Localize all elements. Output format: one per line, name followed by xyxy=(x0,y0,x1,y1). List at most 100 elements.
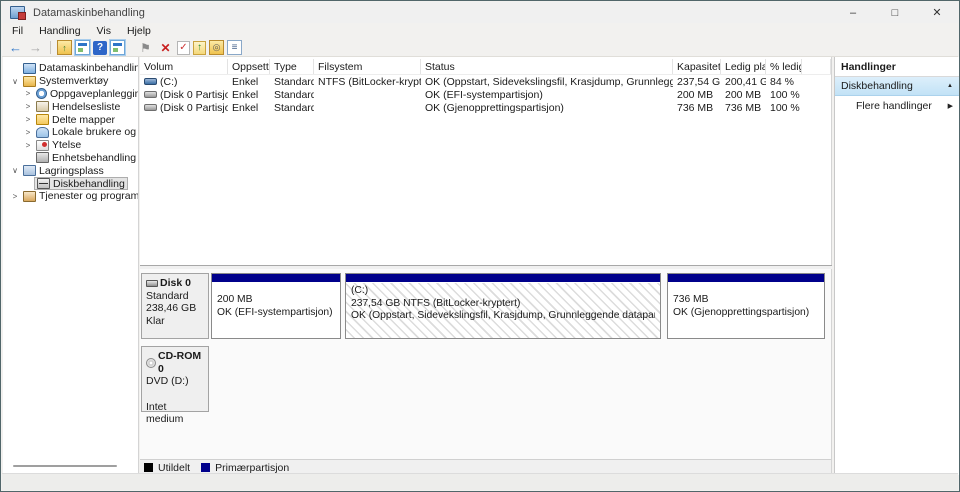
partition-c[interactable]: (C:) 237,54 GB NTFS (BitLocker-kryptert)… xyxy=(345,273,661,339)
volume-pct-free: 100 % xyxy=(770,88,800,101)
mark-active-flag-icon[interactable] xyxy=(137,40,154,55)
explore-icon[interactable] xyxy=(209,40,224,55)
tree-label: Enhetsbehandling xyxy=(52,151,137,164)
up-level-icon[interactable] xyxy=(57,40,72,55)
cdrom-name: CD-ROM 0 xyxy=(158,350,202,375)
actions-panel-title: Handlinger xyxy=(835,57,959,77)
volume-row-c[interactable]: (C:) Enkel Standard NTFS (BitLocker-kryp… xyxy=(140,75,831,88)
menubar: Fil Handling Vis Hjelp xyxy=(2,23,958,39)
volume-free: 200,41 GB xyxy=(725,75,766,88)
volume-row-partition1[interactable]: (Disk 0 Partisjon 1) Enkel Standard OK (… xyxy=(140,88,831,101)
column-header-pct-ledig[interactable]: % ledig xyxy=(766,59,802,74)
tree-item-task-scheduler[interactable]: > Oppgaveplanlegging xyxy=(3,88,138,101)
column-header-volum[interactable]: Volum xyxy=(140,59,228,74)
help-icon[interactable] xyxy=(93,40,107,55)
disk-size: 238,46 GB xyxy=(146,302,197,314)
maximize-button[interactable]: □ xyxy=(874,2,916,23)
more-actions-label: Flere handlinger xyxy=(856,99,932,112)
computer-management-icon xyxy=(10,6,26,20)
column-header-kapasitet[interactable]: Kapasitet xyxy=(673,59,721,74)
column-header-filsystem[interactable]: Filsystem xyxy=(314,59,421,74)
actions-panel: Handlinger Diskbehandling ▲ Flere handli… xyxy=(834,57,959,475)
tree-label: Datamaskinbehandling (lokal) xyxy=(39,62,139,75)
menu-handling[interactable]: Handling xyxy=(31,24,88,38)
partition-recovery[interactable]: 736 MB OK (Gjenopprettingspartisjon) xyxy=(667,273,825,339)
expander[interactable]: ∨ xyxy=(9,77,21,86)
volume-layout: Enkel xyxy=(232,88,259,101)
expander[interactable]: ∨ xyxy=(9,166,21,175)
tree-item-local-users[interactable]: > Lokale brukere og grupper xyxy=(3,126,138,139)
column-header-status[interactable]: Status xyxy=(421,59,673,74)
partition-name: (C:) xyxy=(351,285,369,296)
volume-status: OK (EFI-systempartisjon) xyxy=(425,88,543,101)
disk-status: Klar xyxy=(146,314,165,327)
expander[interactable]: > xyxy=(22,115,34,124)
disk-0-partitions: 200 MB OK (EFI-systempartisjon) (C:) 237… xyxy=(211,273,825,339)
minimize-button[interactable]: – xyxy=(832,2,874,23)
volume-name: (Disk 0 Partisjon 1) xyxy=(160,88,228,101)
tree-label: Diskbehandling xyxy=(53,177,125,190)
column-header-ledig-plass[interactable]: Ledig plass xyxy=(721,59,766,74)
tree-item-services[interactable]: > Tjenester og programmer xyxy=(3,190,138,203)
tree-item-event-viewer[interactable]: > Hendelsesliste xyxy=(3,100,138,113)
toolbar-separator xyxy=(50,41,51,54)
tree-item-computer-management[interactable]: Datamaskinbehandling (lokal) xyxy=(3,62,138,75)
menu-hjelp[interactable]: Hjelp xyxy=(119,24,159,38)
menu-fil[interactable]: Fil xyxy=(4,24,31,38)
delete-volume-icon[interactable] xyxy=(157,40,174,55)
volume-capacity: 237,54 GB xyxy=(677,75,721,88)
tree-item-storage[interactable]: ∨ Lagringsplass xyxy=(3,164,138,177)
volume-capacity: 200 MB xyxy=(677,88,714,101)
actions-more-actions[interactable]: Flere handlinger ▶ xyxy=(835,96,959,115)
column-header-filler xyxy=(802,59,831,74)
column-header-oppsett[interactable]: Oppsett xyxy=(228,59,270,74)
volume-icon xyxy=(144,104,157,111)
expander[interactable]: > xyxy=(22,141,34,150)
performance-icon xyxy=(36,139,49,151)
tree-item-disk-management[interactable]: Diskbehandling xyxy=(3,177,138,190)
tree-item-system-tools[interactable]: ∨ Systemverktøy xyxy=(3,75,138,88)
expander[interactable]: > xyxy=(22,89,34,98)
tree-label: Tjenester og programmer xyxy=(39,190,139,203)
volume-layout: Enkel xyxy=(232,101,259,114)
volume-row-partition4[interactable]: (Disk 0 Partisjon 4) Enkel Standard OK (… xyxy=(140,101,831,114)
show-action-pane-icon[interactable] xyxy=(110,40,125,55)
volume-list: Volum Oppsett Type Filsystem Status Kapa… xyxy=(140,57,832,265)
collapse-icon[interactable]: ▲ xyxy=(947,83,953,89)
disk-0-label[interactable]: Disk 0 Standard 238,46 GB Klar xyxy=(141,273,209,339)
volume-list-header: Volum Oppsett Type Filsystem Status Kapa… xyxy=(140,59,831,75)
disk-management-icon xyxy=(37,178,50,190)
close-button[interactable]: ✕ xyxy=(916,2,958,23)
expander[interactable]: > xyxy=(22,102,34,111)
local-users-icon xyxy=(36,126,49,138)
tree-item-shared-folders[interactable]: > Delte mapper xyxy=(3,113,138,126)
actions-group-disk-management[interactable]: Diskbehandling ▲ xyxy=(835,77,959,96)
format-icon[interactable] xyxy=(177,40,190,55)
forward-icon[interactable] xyxy=(27,40,44,55)
volume-status: OK (Oppstart, Sidevekslingsfil, Krasjdum… xyxy=(425,75,673,88)
tree-label: Lokale brukere og grupper xyxy=(52,126,138,139)
partition-efi[interactable]: 200 MB OK (EFI-systempartisjon) xyxy=(211,273,341,339)
show-console-tree-icon[interactable] xyxy=(75,40,90,55)
disk-graphical-view: Disk 0 Standard 238,46 GB Klar 200 MB OK… xyxy=(140,269,832,459)
task-scheduler-icon xyxy=(36,88,47,100)
cdrom-label[interactable]: CD-ROM 0 DVD (D:) Intet medium xyxy=(141,346,209,425)
legend-primary-label: Primærpartisjon xyxy=(215,461,290,474)
submenu-arrow-icon: ▶ xyxy=(947,102,953,110)
partition-detail: 237,54 GB NTFS (BitLocker-kryptert) xyxy=(351,297,521,309)
tree-label: Ytelse xyxy=(52,139,82,152)
expander[interactable]: > xyxy=(22,128,34,137)
tree-item-performance[interactable]: > Ytelse xyxy=(3,139,138,152)
column-header-type[interactable]: Type xyxy=(270,59,314,74)
tree-label: Oppgaveplanlegging xyxy=(50,87,139,100)
back-icon[interactable] xyxy=(7,40,24,55)
properties-icon[interactable] xyxy=(227,40,242,55)
disk-type: Standard xyxy=(146,289,189,302)
horizontal-scrollbar[interactable] xyxy=(13,465,117,467)
harddisk-icon xyxy=(146,279,158,287)
expander[interactable]: > xyxy=(9,192,21,201)
device-manager-icon xyxy=(36,152,49,164)
menu-vis[interactable]: Vis xyxy=(89,24,119,38)
extend-volume-icon[interactable] xyxy=(193,40,206,55)
tree-item-device-manager[interactable]: Enhetsbehandling xyxy=(3,152,138,165)
